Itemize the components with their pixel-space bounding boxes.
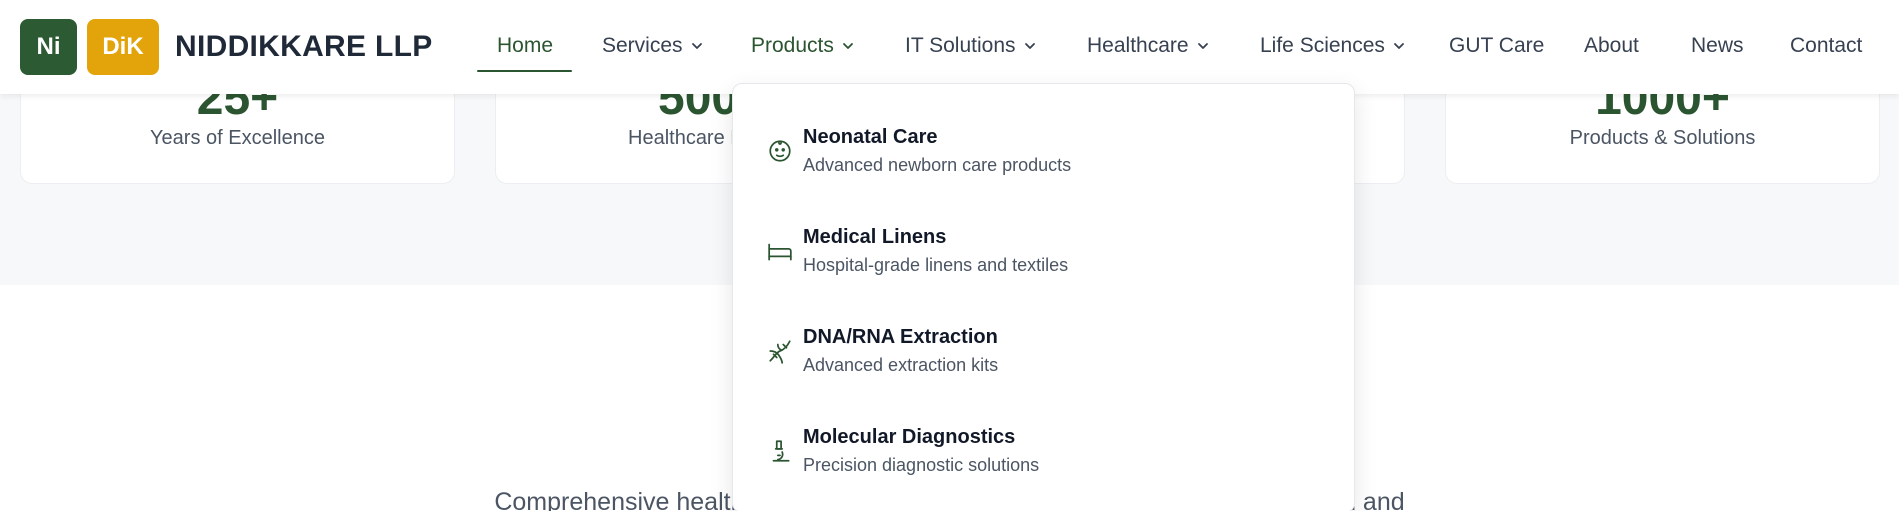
bed-icon [768,243,792,261]
chevron-down-icon [842,43,853,49]
nav-gut-care[interactable]: GUT Care [1449,34,1544,58]
baby-face-icon [769,140,791,162]
menu-item-molecular-diagnostics[interactable]: Molecular Diagnostics Precision diagnost… [733,414,1356,504]
nav-about-label: About [1584,34,1639,57]
chevron-down-icon [1394,43,1404,49]
nav-gut-care-label: GUT Care [1449,34,1545,57]
logo-ni[interactable]: Ni [20,19,77,75]
menu-item-desc: Hospital-grade linens and textiles [803,255,1069,275]
menu-item-title: Molecular Diagnostics [803,426,1016,448]
menu-item-desc: Advanced newborn care products [803,155,1072,175]
nav-contact[interactable]: Contact [1790,34,1862,58]
nav-healthcare-label: Healthcare [1087,34,1189,57]
chevron-down-icon [1024,43,1035,49]
nav-about[interactable]: About [1584,34,1639,58]
nav-home[interactable]: Home [497,34,553,58]
microscope-icon [772,440,790,462]
site-header: Ni DiK NIDDIKKARE LLP Home Services Prod… [0,0,1899,94]
brand-name[interactable]: NIDDIKKARE LLP [175,30,433,64]
chevron-down-icon [1197,43,1208,49]
nav-healthcare[interactable]: Healthcare [1087,34,1211,58]
nav-products[interactable]: Products [751,34,856,58]
active-underline [477,70,572,72]
products-dropdown: Neonatal Care Advanced newborn care prod… [732,83,1355,511]
menu-item-title: Medical Linens [803,226,947,248]
dna-icon [769,340,791,364]
menu-item-dna-rna-extraction[interactable]: DNA/RNA Extraction Advanced extraction k… [733,314,1356,404]
nav-life-sciences[interactable]: Life Sciences [1260,34,1407,58]
menu-item-medical-linens[interactable]: Medical Linens Hospital-grade linens and… [733,214,1356,304]
stat-label: Years of Excellence [150,127,325,149]
menu-item-title: Neonatal Care [803,126,938,148]
menu-item-neonatal-care[interactable]: Neonatal Care Advanced newborn care prod… [733,114,1356,204]
nav-it-solutions[interactable]: IT Solutions [905,34,1038,58]
nav-products-label: Products [751,34,834,57]
logo-dik[interactable]: DiK [87,19,159,75]
chevron-down-icon [691,43,702,49]
nav-services-label: Services [602,34,683,57]
nav-news-label: News [1691,34,1744,57]
nav-news[interactable]: News [1691,34,1744,58]
menu-item-desc: Precision diagnostic solutions [803,455,1040,475]
nav-contact-label: Contact [1790,34,1863,57]
menu-item-desc: Advanced extraction kits [803,355,999,375]
nav-home-label: Home [497,34,554,57]
nav-life-sciences-label: Life Sciences [1260,34,1385,57]
menu-item-title: DNA/RNA Extraction [803,326,998,348]
stat-label: Products & Solutions [1569,127,1756,149]
nav-services[interactable]: Services [602,34,705,58]
nav-it-solutions-label: IT Solutions [905,34,1016,57]
